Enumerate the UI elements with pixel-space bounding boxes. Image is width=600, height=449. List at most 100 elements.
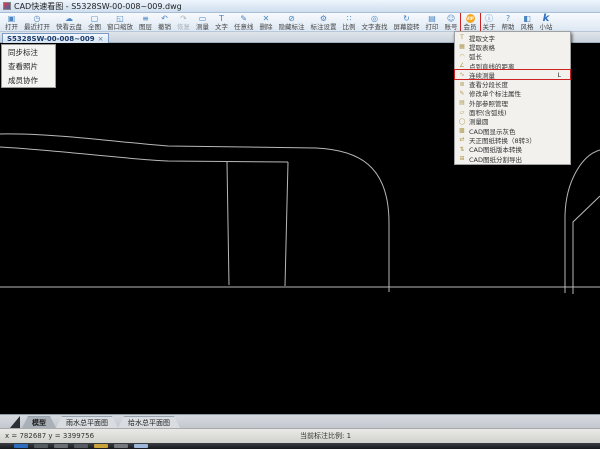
toolbar-button[interactable]: ◎ 文字查找 [359, 13, 391, 32]
toolbar-button-label: 比例 [343, 23, 356, 31]
toolbar-button[interactable]: ▤ 打印 [423, 13, 442, 32]
window-title: CAD快速看图 - S5328SW-00-008~009.dwg [14, 1, 182, 12]
window-zoom-icon: ◱ [116, 14, 124, 23]
account-icon: ☺ [447, 14, 455, 23]
vip-menu-item[interactable]: ⇅ CAD图纸版本转换 [455, 145, 570, 154]
vip-menu-item[interactable]: ▤ 外部参照管理 [455, 98, 570, 107]
open-icon: ▣ [8, 14, 16, 23]
vip-menu-item[interactable]: ▩ CAD图显示灰色 [455, 126, 570, 135]
cloud-drive-icon: ☁ [65, 14, 73, 23]
toolbar-button[interactable]: ☺ 账号 [442, 13, 461, 32]
toolbar-button[interactable]: ◧ 风格 [518, 13, 537, 32]
taskbar-app-icon[interactable] [74, 444, 88, 448]
layout-tab[interactable]: 给水总平面图 [118, 416, 180, 428]
toolbar-button-label: 风格 [521, 23, 534, 31]
undo-icon: ↶ [161, 14, 168, 23]
document-tab[interactable]: S5328SW-00-008~009 × [2, 33, 109, 43]
start-icon[interactable] [14, 444, 28, 448]
split-export-icon: ⊞ [458, 155, 466, 162]
context-menu-item[interactable]: 查看照片 [2, 59, 55, 73]
layout-tab[interactable]: 雨水总平面图 [56, 416, 118, 428]
layout-tab-label: 模型 [32, 418, 46, 428]
taskbar-app-icon[interactable] [34, 444, 48, 448]
vip-menu-item[interactable]: ⇄ 天正图纸转换（8转3） [455, 135, 570, 144]
vip-menu-item[interactable]: ≣ 查看分段长度 [455, 79, 570, 88]
toolbar-button-label: 关于 [483, 23, 496, 31]
toolbar-button-label: 全图 [88, 23, 101, 31]
toolbar-button-label: 图层 [139, 23, 152, 31]
parcel-line-right [285, 162, 288, 286]
active-app-icon[interactable] [134, 444, 148, 448]
toolbar-button[interactable]: ◷ 最近打开 [21, 13, 53, 32]
toolbar-button-label: 窗口缩放 [107, 23, 133, 31]
close-icon[interactable]: × [98, 35, 104, 43]
toolbar-button-label: 屏幕旋转 [394, 23, 420, 31]
context-menu-item[interactable]: 成员协作 [2, 73, 55, 87]
app-window: CAD快速看图 - S5328SW-00-008~009.dwg ▣ 打开 ◷ … [0, 0, 600, 449]
taskbar-app-icon[interactable] [54, 444, 68, 448]
free-line-icon: ✎ [240, 14, 247, 23]
toolbar-button-label: 文字查找 [362, 23, 388, 31]
toolbar-button[interactable]: ▣ 打开 [2, 13, 21, 32]
status-bar: x = 782687 y = 3399756 当前标注比例: 1 [0, 428, 600, 443]
print-icon: ▤ [428, 14, 436, 23]
vip-menu-item[interactable]: ▱ 面积(含弧线) [455, 107, 570, 116]
toolbar-button[interactable]: ✕ 删除 [257, 13, 276, 32]
measure-circle-icon: ◯ [458, 118, 466, 125]
toolbar-button[interactable]: ◱ 窗口缩放 [104, 13, 136, 32]
toolbar-button-label: 帮助 [502, 23, 515, 31]
vip-menu-item[interactable]: ▦ 提取表格 [455, 42, 570, 51]
toolbar-button[interactable]: ☁ 快看云盘 [53, 13, 85, 32]
toolbar-button[interactable]: ⓘ 关于 [480, 13, 499, 32]
canvas-context-menu: 同步标注 查看照片 成员协作 [1, 44, 56, 88]
toolbar-button-label: 标注设置 [311, 23, 337, 31]
toolbar-button[interactable]: ↷ 恢复 [174, 13, 193, 32]
main-toolbar: ▣ 打开 ◷ 最近打开 ☁ 快看云盘 ▢ 全图 ◱ 窗口缩放 ≡ 图层 ↶ 撤销 [0, 13, 600, 32]
vip-menu-item[interactable]: ∿ 连续测量 L [455, 70, 570, 79]
vip-menu-item[interactable]: ✎ 修改单个标注属性 [455, 89, 570, 98]
cursor-coordinates: x = 782687 y = 3399756 [5, 432, 94, 440]
vip-menu-item[interactable]: T 提取文字 [455, 33, 570, 42]
context-menu-item[interactable]: 同步标注 [2, 45, 55, 59]
toolbar-button[interactable]: ⚙ 标注设置 [308, 13, 340, 32]
taskbar-app-icon[interactable] [114, 444, 128, 448]
tianzheng-convert-icon: ⇄ [458, 136, 466, 143]
toolbar-button[interactable]: k 小站 [537, 13, 556, 32]
toolbar-button[interactable]: ✎ 任意线 [231, 13, 257, 32]
vip-menu-item[interactable]: ◯ 测量圆 [455, 117, 570, 126]
text-search-icon: ◎ [371, 14, 378, 23]
extract-table-icon: ▦ [458, 43, 466, 50]
segment-length-icon: ≣ [458, 81, 466, 88]
toolbar-button[interactable]: ≡ 图层 [136, 13, 155, 32]
road-edge-top [0, 134, 389, 292]
area-with-arc-icon: ▱ [458, 109, 466, 116]
toolbar-button[interactable]: ▢ 全图 [85, 13, 104, 32]
toolbar-button[interactable]: T 文字 [212, 13, 231, 32]
screen-rotate-icon: ↻ [403, 14, 410, 23]
toolbar-button[interactable]: ▭ 测量 [193, 13, 212, 32]
toolbar-button-label: 账号 [445, 23, 458, 31]
windows-taskbar [0, 443, 600, 449]
toolbar-button[interactable]: ⊘ 隐藏标注 [276, 13, 308, 32]
toolbar-button[interactable]: VIP 会员 [461, 13, 480, 32]
app-logo-icon [3, 2, 11, 10]
toolbar-button[interactable]: ↶ 撤销 [155, 13, 174, 32]
toolbar-button-label: 删除 [260, 23, 273, 31]
toolbar-button-label: 小站 [540, 23, 553, 31]
text-icon: T [219, 14, 224, 23]
layout-tab[interactable]: 模型 [22, 416, 56, 428]
folder-icon[interactable] [94, 444, 108, 448]
toolbar-button[interactable]: ↻ 屏幕旋转 [391, 13, 423, 32]
vip-menu-item[interactable]: ⊞ CAD图纸分割导出 [455, 154, 570, 163]
toolbar-button[interactable]: ? 帮助 [499, 13, 518, 32]
toolbar-button-label: 打印 [426, 23, 439, 31]
point-line-distance-icon: ∠ [458, 62, 466, 69]
menu-item-shortcut: L [557, 71, 567, 79]
recent-open-icon: ◷ [34, 14, 41, 23]
toolbar-button[interactable]: ∷ 比例 [340, 13, 359, 32]
vip-menu-item[interactable]: ∠ 点到直线的距离 [455, 61, 570, 70]
road-edge-inner [0, 147, 288, 162]
vip-menu-item[interactable]: ◠ 弧长 [455, 52, 570, 61]
measure-icon: ▭ [199, 14, 207, 23]
redo-icon: ↷ [180, 14, 187, 23]
